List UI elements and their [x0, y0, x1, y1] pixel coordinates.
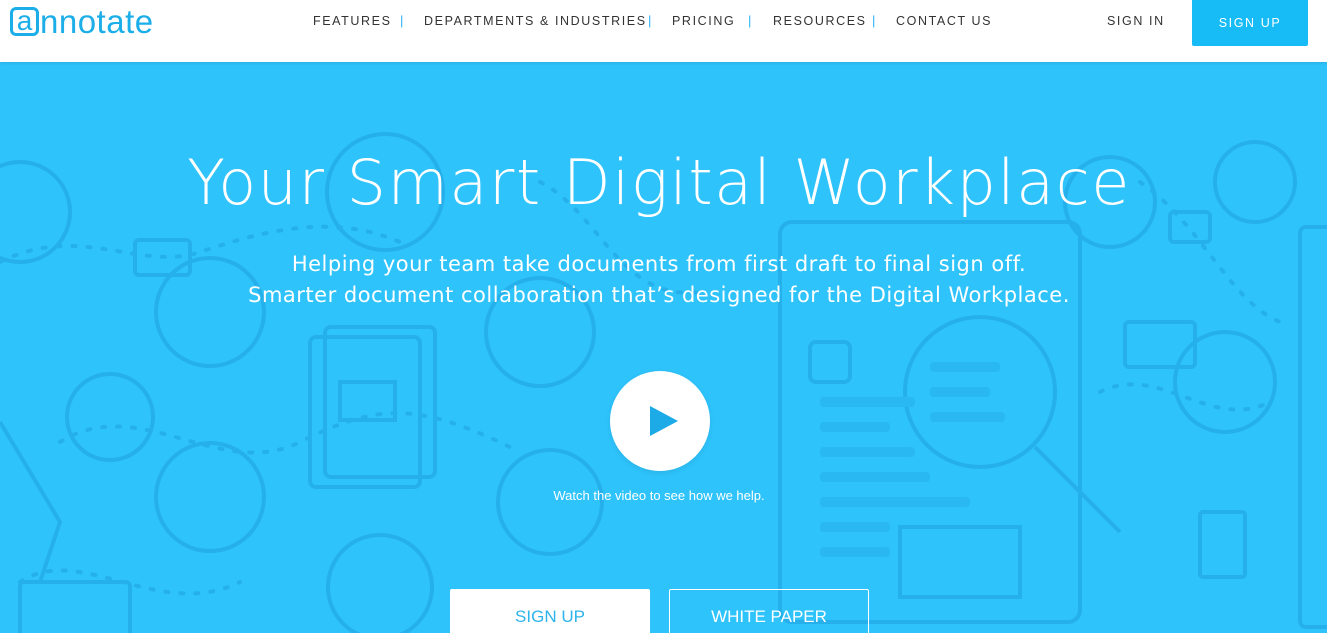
logo-wordmark: nnotate — [40, 2, 154, 40]
hero-subtitle-line-1: Helping your team take documents from fi… — [291, 252, 1027, 276]
play-icon — [650, 406, 678, 436]
nav-features-link[interactable]: FEATURES — [313, 14, 392, 28]
nav-resources-link[interactable]: RESOURCES — [773, 14, 867, 28]
top-navigation-bar: a nnotate FEATURES | DEPARTMENTS & INDUS… — [0, 0, 1327, 62]
hero-subtitle-line-2: Smarter document collaboration that’s de… — [248, 283, 1070, 307]
nav-separator: | — [748, 13, 752, 28]
hero-section: Your Smart Digital Workplace Helping you… — [0, 62, 1327, 633]
play-video-button[interactable] — [610, 371, 710, 471]
sign-up-nav-button[interactable]: SIGN UP — [1192, 0, 1308, 46]
nav-departments-industries-link[interactable]: DEPARTMENTS & INDUSTRIES — [424, 14, 647, 28]
watch-video-caption: Watch the video to see how we help. — [553, 488, 765, 503]
sign-in-link[interactable]: SIGN IN — [1107, 14, 1165, 28]
nav-contact-us-link[interactable]: CONTACT US — [896, 14, 992, 28]
hero-sign-up-button[interactable]: SIGN UP — [450, 589, 650, 633]
nav-pricing-link[interactable]: PRICING — [672, 14, 735, 28]
nav-separator: | — [400, 13, 404, 28]
nav-separator: | — [648, 13, 652, 28]
hero-title: Your Smart Digital Workplace — [187, 146, 1131, 219]
nav-separator: | — [872, 13, 876, 28]
white-paper-button[interactable]: WHITE PAPER — [669, 589, 869, 633]
annotate-logo[interactable]: a nnotate — [10, 4, 154, 38]
logo-mark: a — [10, 6, 39, 36]
